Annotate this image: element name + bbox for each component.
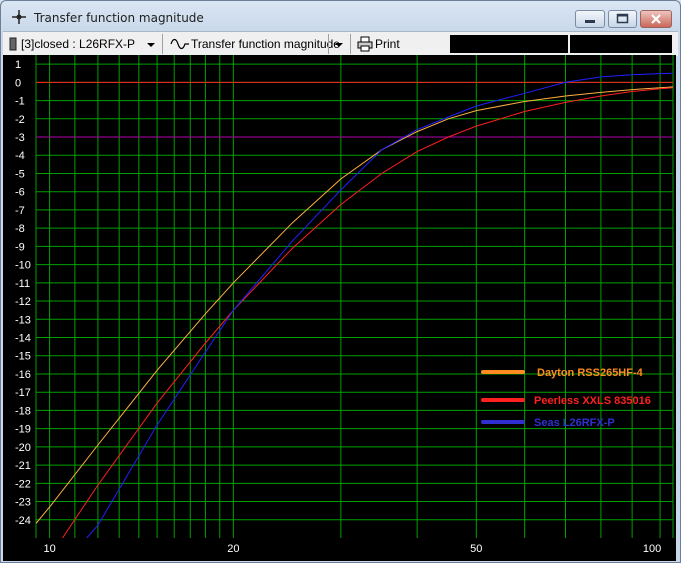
- window-title: Transfer function magnitude: [34, 11, 204, 25]
- readout-field: [450, 35, 568, 53]
- y-tick-label: -13: [15, 314, 31, 326]
- minimize-icon: [585, 20, 595, 23]
- y-tick-label: -9: [15, 241, 25, 253]
- y-tick-label: -1: [15, 96, 25, 108]
- legend-label: Dayton RSS265HF-4: [537, 367, 644, 379]
- application-window: Transfer function magnitude [3]closed : …: [0, 0, 681, 563]
- toolbar: [3]closed : L26RFX-P Transfer function m…: [3, 31, 678, 56]
- chart-area[interactable]: 1 0 -1 -2 -3 -4 -5 -6 -7 -8 -9 -10 -11 -12 -13 -14 -15 -1…: [3, 55, 676, 561]
- toolbar-divider: [328, 34, 329, 54]
- y-tick-label: -14: [15, 333, 31, 345]
- print-button[interactable]: Print: [375, 34, 400, 54]
- readout-field: [570, 35, 672, 53]
- y-tick-label: -3: [15, 132, 25, 144]
- close-button[interactable]: [640, 10, 672, 28]
- close-icon: [651, 14, 661, 24]
- y-tick-label: -15: [15, 351, 31, 363]
- x-tick-label: 20: [227, 543, 239, 555]
- y-tick-label: -6: [15, 187, 25, 199]
- toolbar-divider: [350, 34, 351, 54]
- plot-source-select[interactable]: [3]closed : L26RFX-P: [21, 34, 135, 54]
- y-tick-label: -23: [15, 497, 31, 509]
- y-tick-label: -11: [15, 278, 30, 290]
- y-tick-label: -18: [15, 405, 31, 417]
- title-bar[interactable]: Transfer function magnitude: [1, 1, 680, 31]
- y-tick-label: -17: [15, 387, 31, 399]
- legend-label: Seas L26RFX-P: [534, 417, 615, 429]
- y-tick-label: -2: [15, 114, 25, 126]
- y-tick-label: -19: [15, 424, 31, 436]
- y-tick-label: -24: [15, 515, 31, 527]
- y-tick-label: -21: [15, 460, 31, 472]
- view-type-select[interactable]: Transfer function magnitude: [191, 34, 340, 54]
- y-tick-label: -16: [15, 369, 31, 381]
- toolbar-divider: [162, 34, 163, 54]
- x-tick-label: 50: [470, 543, 482, 555]
- y-tick-label: 1: [15, 59, 21, 71]
- chevron-down-icon[interactable]: [331, 34, 347, 54]
- x-tick-label: 10: [43, 543, 55, 555]
- minimize-button[interactable]: [575, 10, 605, 28]
- y-tick-label: 0: [15, 77, 21, 89]
- y-tick-label: -7: [15, 205, 25, 217]
- y-tick-label: -20: [15, 442, 31, 454]
- maximize-button[interactable]: [608, 10, 637, 28]
- x-tick-label: 100: [643, 543, 661, 555]
- y-tick-label: -12: [15, 296, 31, 308]
- waveform-icon: [170, 38, 189, 50]
- y-tick-label: -8: [15, 223, 25, 235]
- series-line-1: [36, 86, 673, 524]
- legend-label: Peerless XXLS 835016: [534, 395, 651, 407]
- transfer-function-chart[interactable]: 10-1-2-3-4-5-6-7-8-9-10-11-12-13-14-15-1…: [3, 55, 676, 561]
- printer-icon[interactable]: [357, 36, 373, 52]
- y-tick-label: -4: [15, 150, 25, 162]
- plot-source-icon: [9, 37, 17, 51]
- y-tick-label: -22: [15, 478, 31, 490]
- app-icon: [12, 10, 26, 24]
- chevron-down-icon[interactable]: [143, 34, 159, 54]
- maximize-icon: [616, 13, 629, 24]
- y-tick-label: -5: [15, 168, 25, 180]
- y-tick-label: -10: [15, 260, 31, 272]
